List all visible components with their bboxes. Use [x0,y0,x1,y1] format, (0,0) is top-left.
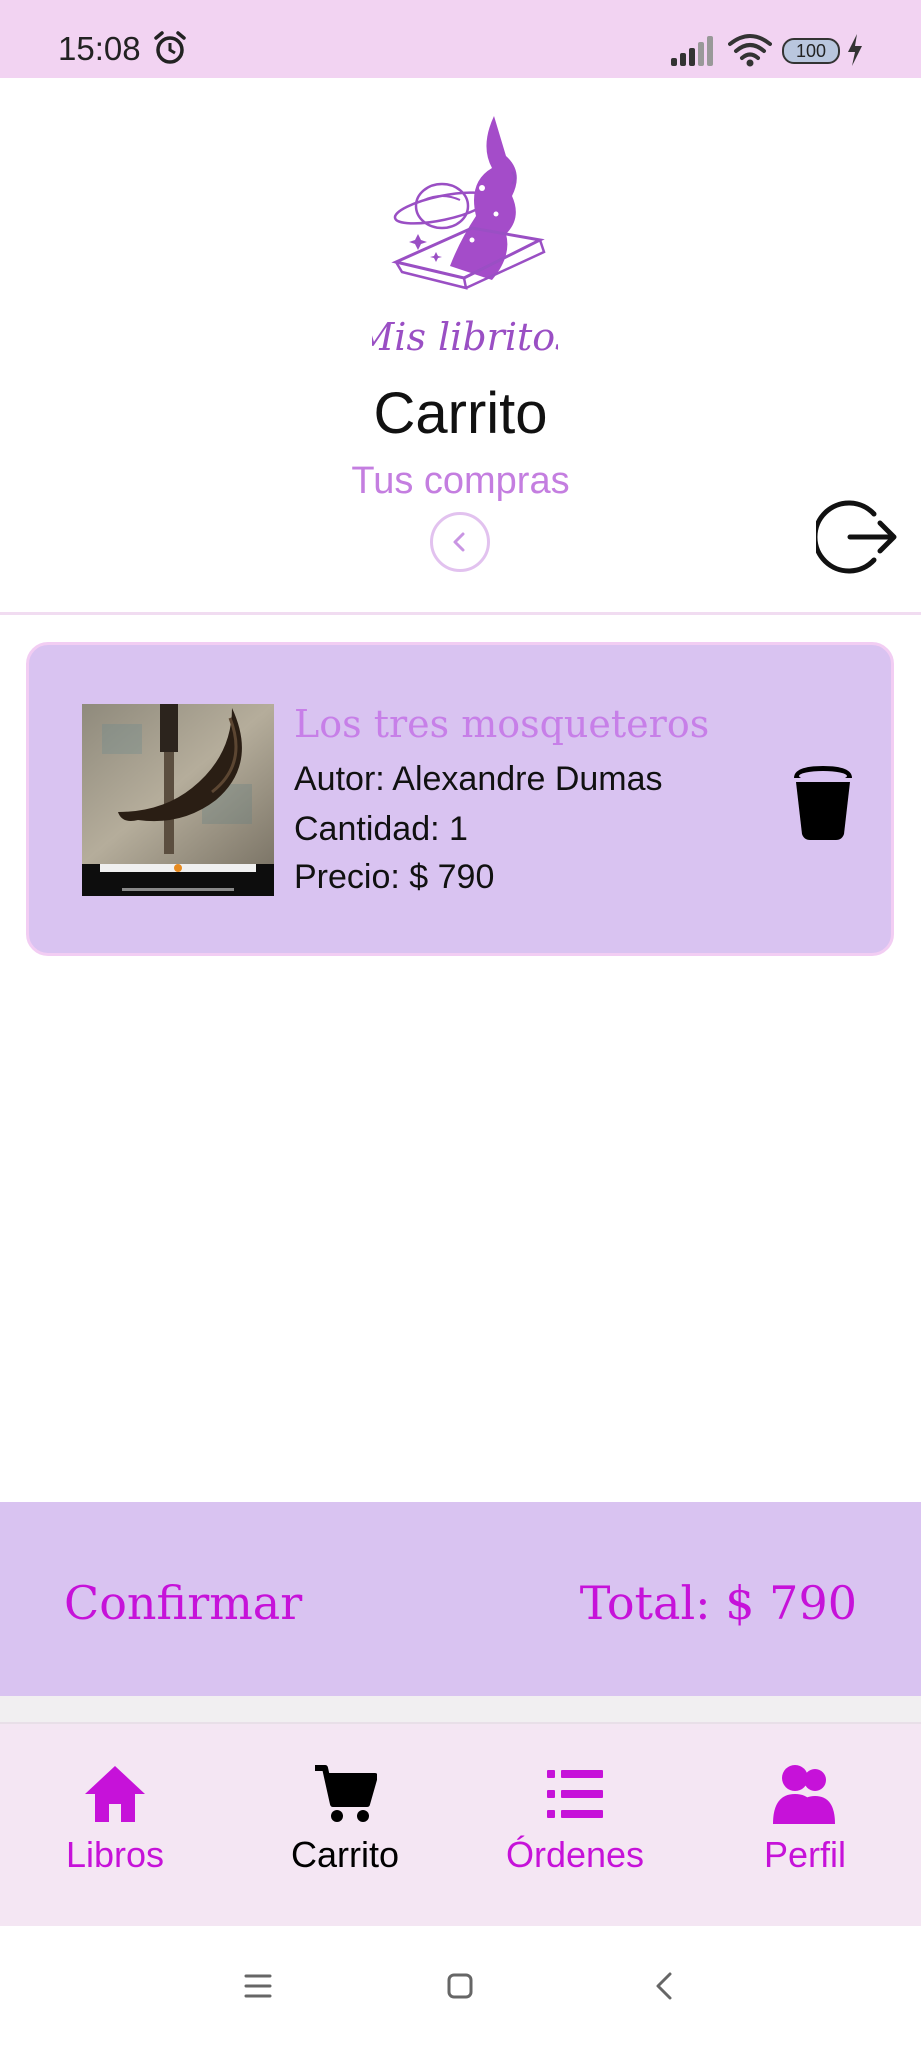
users-icon [773,1765,835,1824]
nav-label-ordenes: Órdenes [505,1834,645,1875]
back-button[interactable] [430,512,490,572]
nav-item-perfil[interactable]: Perfil [705,1762,905,1876]
nav-label-libros: Libros [65,1834,165,1875]
signal-strength-icon [671,36,713,66]
total-amount: Total: $ 790 [579,1576,857,1630]
logout-button[interactable] [816,496,898,578]
home-icon [85,1766,145,1822]
alarm-clock-icon [154,31,186,64]
logo-text: Mis libritos [372,315,558,359]
spacer-strip [0,1696,921,1722]
book-title: Los tres mosqueteros [294,702,710,746]
page-subtitle: Tus compras [351,460,570,502]
nav-item-libros[interactable]: Libros [15,1762,215,1876]
nav-label-perfil: Perfil [763,1834,847,1875]
book-price: Precio: $ 790 [294,858,495,896]
shopping-cart-icon [315,1765,377,1822]
mis-libritos-logo: Mis libritos [372,116,558,359]
page-title: Carrito [373,381,548,446]
chevron-left-icon [453,532,465,552]
battery-level: 100 [795,40,827,61]
charging-bolt-icon [848,34,862,66]
wifi-icon [728,34,772,67]
list-icon [547,1770,603,1818]
delete-item-button[interactable] [790,760,856,840]
back-system-icon[interactable] [650,1970,678,2002]
book-quantity: Cantidad: 1 [294,810,468,848]
nav-item-ordenes[interactable]: Órdenes [475,1762,675,1876]
nav-label-carrito: Carrito [290,1834,400,1875]
recent-apps-icon[interactable] [242,1972,274,2000]
book-cover-image [82,704,274,896]
confirm-button[interactable]: Confirmar [64,1576,302,1630]
header-divider [0,612,921,615]
battery-indicator: 100 [782,38,840,64]
nav-item-carrito[interactable]: Carrito [245,1762,445,1876]
book-author: Autor: Alexandre Dumas [294,760,663,798]
status-time: 15:08 [58,30,141,67]
home-system-icon[interactable] [444,1970,476,2002]
